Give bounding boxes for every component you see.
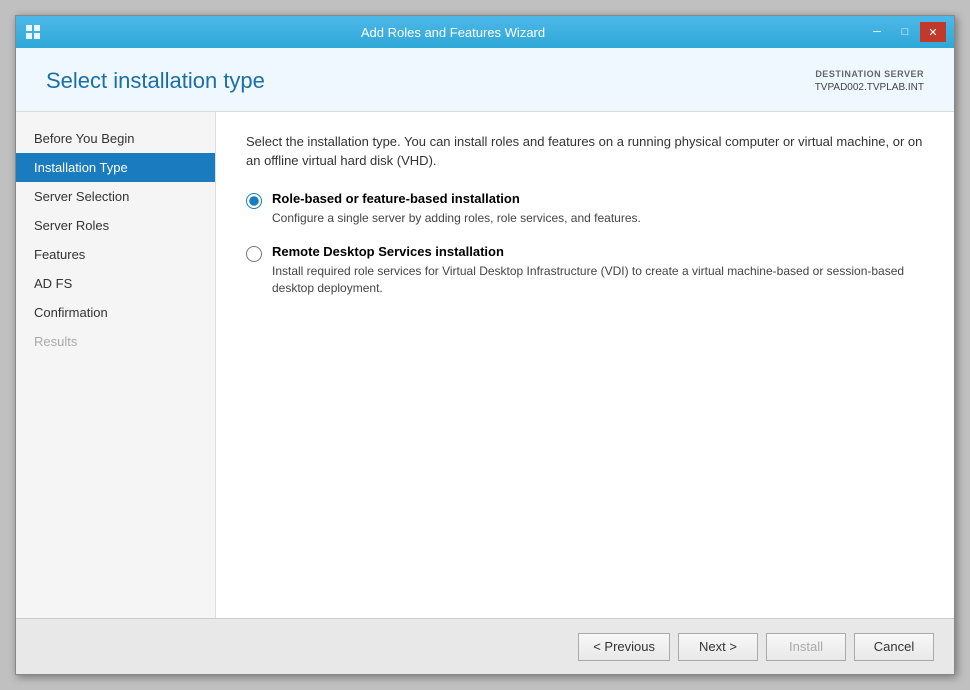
install-button[interactable]: Install	[766, 633, 846, 661]
main-body: Before You Begin Installation Type Serve…	[16, 112, 954, 618]
next-button[interactable]: Next >	[678, 633, 758, 661]
option-remote-desktop-text: Remote Desktop Services installation Ins…	[272, 244, 924, 297]
sidebar-item-before-you-begin[interactable]: Before You Begin	[16, 124, 215, 153]
maximize-button[interactable]: □	[892, 22, 918, 42]
destination-server: TVPAD002.TVPLAB.INT	[815, 81, 924, 95]
radio-role-based[interactable]	[246, 193, 262, 209]
sidebar-item-confirmation[interactable]: Confirmation	[16, 298, 215, 327]
close-button[interactable]: ✕	[920, 22, 946, 42]
content-panel: Select the installation type. You can in…	[216, 112, 954, 618]
option-role-based-label: Role-based or feature-based installation	[272, 191, 641, 206]
sidebar-item-ad-fs[interactable]: AD FS	[16, 269, 215, 298]
option-role-based-text: Role-based or feature-based installation…	[272, 191, 641, 227]
description-text: Select the installation type. You can in…	[246, 132, 924, 171]
page-title: Select installation type	[46, 68, 265, 94]
radio-remote-desktop[interactable]	[246, 246, 262, 262]
sidebar-item-installation-type[interactable]: Installation Type	[16, 153, 215, 182]
option-role-based-desc: Configure a single server by adding role…	[272, 210, 641, 227]
sidebar-item-server-roles[interactable]: Server Roles	[16, 211, 215, 240]
footer: < Previous Next > Install Cancel	[16, 618, 954, 674]
window-title: Add Roles and Features Wizard	[42, 25, 864, 40]
cancel-button[interactable]: Cancel	[854, 633, 934, 661]
sidebar-item-features[interactable]: Features	[16, 240, 215, 269]
window-controls: ─ □ ✕	[864, 22, 946, 42]
destination-info: DESTINATION SERVER TVPAD002.TVPLAB.INT	[815, 68, 924, 95]
content-area: Select installation type DESTINATION SER…	[16, 48, 954, 618]
window-icon	[24, 23, 42, 41]
title-bar: Add Roles and Features Wizard ─ □ ✕	[16, 16, 954, 48]
destination-label: DESTINATION SERVER	[815, 68, 924, 81]
wizard-window: Add Roles and Features Wizard ─ □ ✕ Sele…	[15, 15, 955, 675]
option-remote-desktop-desc: Install required role services for Virtu…	[272, 263, 924, 297]
page-header: Select installation type DESTINATION SER…	[16, 48, 954, 112]
previous-button[interactable]: < Previous	[578, 633, 670, 661]
option-role-based: Role-based or feature-based installation…	[246, 191, 924, 227]
minimize-button[interactable]: ─	[864, 22, 890, 42]
sidebar: Before You Begin Installation Type Serve…	[16, 112, 216, 618]
option-remote-desktop: Remote Desktop Services installation Ins…	[246, 244, 924, 297]
sidebar-item-results: Results	[16, 327, 215, 356]
sidebar-item-server-selection[interactable]: Server Selection	[16, 182, 215, 211]
option-remote-desktop-label: Remote Desktop Services installation	[272, 244, 924, 259]
